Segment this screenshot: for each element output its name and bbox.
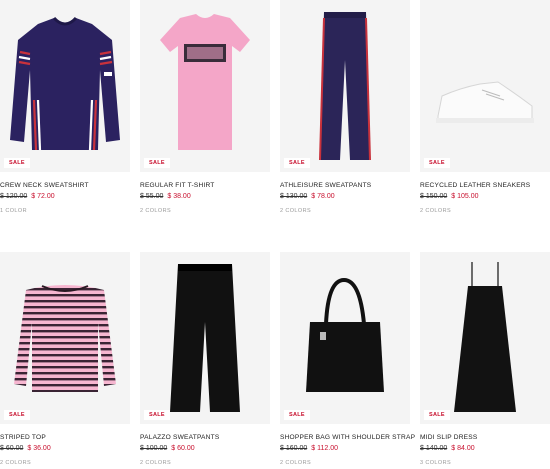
color-count: 2 COLORS: [420, 208, 452, 214]
navy-sweatshirt-icon: [10, 16, 120, 151]
black-dress-icon: [454, 262, 516, 412]
sale-badge: SALE: [4, 158, 30, 168]
sale-badge: SALE: [284, 410, 310, 420]
color-count: 2 COLORS: [140, 460, 172, 466]
sale-badge: SALE: [144, 410, 170, 420]
navy-sweatpants-icon: [319, 12, 371, 161]
product-price: $ 150.00 $ 105.00: [420, 193, 550, 200]
original-price: $ 55.00: [140, 193, 164, 200]
product-name[interactable]: ATHLEISURE SWEATPANTS: [280, 182, 410, 189]
color-count: 2 COLORS: [280, 208, 312, 214]
sale-price: $ 72.00: [31, 193, 55, 200]
product-name[interactable]: SHOPPER BAG WITH SHOULDER STRAP: [280, 434, 415, 441]
original-price: $ 160.00: [280, 445, 308, 452]
product-price: $ 100.00 $ 60.00: [140, 445, 270, 452]
striped-top-icon: [14, 285, 116, 392]
product-card[interactable]: SALE STRIPED TOP $ 60.00 $ 36.00 2 COLORS: [0, 252, 130, 466]
product-price: $ 120.00 $ 72.00: [0, 193, 130, 200]
color-count: 2 COLORS: [0, 460, 32, 466]
product-name[interactable]: CREW NECK SWEATSHIRT: [0, 182, 130, 189]
product-price: $ 140.00 $ 84.00: [420, 445, 550, 452]
product-card[interactable]: SALE SHOPPER BAG WITH SHOULDER STRAP $ 1…: [280, 252, 415, 466]
product-name[interactable]: PALAZZO SWEATPANTS: [140, 434, 270, 441]
product-card[interactable]: SALE REGULAR FIT T-SHIRT $ 55.00 $ 38.00 …: [140, 0, 270, 214]
product-image[interactable]: SALE: [280, 0, 410, 172]
product-card[interactable]: SALE ATHLEISURE SWEATPANTS $ 130.00 $ 78.…: [280, 0, 410, 214]
pink-tshirt-icon: [160, 14, 250, 150]
product-grid: SALE CREW NECK SWEATSHIRT $ 120.00 $ 72.0…: [0, 0, 550, 469]
original-price: $ 130.00: [280, 193, 308, 200]
color-count: 1 COLOR: [0, 208, 27, 214]
product-name[interactable]: STRIPED TOP: [0, 434, 130, 441]
original-price: $ 150.00: [420, 193, 448, 200]
original-price: $ 100.00: [140, 445, 168, 452]
color-count: 2 COLORS: [280, 460, 312, 466]
product-card[interactable]: SALE CREW NECK SWEATSHIRT $ 120.00 $ 72.0…: [0, 0, 130, 214]
black-bag-icon: [306, 277, 384, 392]
original-price: $ 60.00: [0, 445, 24, 452]
product-image[interactable]: SALE: [280, 252, 410, 424]
product-card[interactable]: SALE PALAZZO SWEATPANTS $ 100.00 $ 60.00 …: [140, 252, 270, 466]
sale-price: $ 36.00: [27, 445, 51, 452]
sale-badge: SALE: [144, 158, 170, 168]
original-price: $ 140.00: [420, 445, 448, 452]
product-price: $ 55.00 $ 38.00: [140, 193, 270, 200]
product-image[interactable]: SALE: [140, 0, 270, 172]
product-price: $ 60.00 $ 36.00: [0, 445, 130, 452]
white-sneaker-icon: [436, 81, 534, 123]
sale-badge: SALE: [4, 410, 30, 420]
sale-price: $ 105.00: [451, 193, 479, 200]
black-palazzo-icon: [170, 264, 240, 412]
product-image[interactable]: SALE: [420, 252, 550, 424]
sale-badge: SALE: [284, 158, 310, 168]
product-name[interactable]: MIDI SLIP DRESS: [420, 434, 550, 441]
sale-price: $ 112.00: [311, 445, 338, 452]
sale-price: $ 84.00: [451, 445, 475, 452]
product-card[interactable]: SALE MIDI SLIP DRESS $ 140.00 $ 84.00 3 C…: [420, 252, 550, 466]
product-price: $ 130.00 $ 78.00: [280, 193, 410, 200]
product-name[interactable]: REGULAR FIT T-SHIRT: [140, 182, 270, 189]
original-price: $ 120.00: [0, 193, 28, 200]
product-image[interactable]: SALE: [140, 252, 270, 424]
sale-badge: SALE: [424, 410, 450, 420]
product-image[interactable]: SALE: [0, 252, 130, 424]
sale-price: $ 38.00: [167, 193, 191, 200]
product-image[interactable]: SALE: [420, 0, 550, 172]
sale-price: $ 60.00: [171, 445, 195, 452]
color-count: 3 COLORS: [420, 460, 452, 466]
product-card[interactable]: SALE RECYCLED LEATHER SNEAKERS $ 150.00 $…: [420, 0, 550, 214]
product-image[interactable]: SALE: [0, 0, 130, 172]
product-name[interactable]: RECYCLED LEATHER SNEAKERS: [420, 182, 550, 189]
color-count: 2 COLORS: [140, 208, 172, 214]
sale-badge: SALE: [424, 158, 450, 168]
product-price: $ 160.00 $ 112.00: [280, 445, 410, 452]
sale-price: $ 78.00: [311, 193, 335, 200]
